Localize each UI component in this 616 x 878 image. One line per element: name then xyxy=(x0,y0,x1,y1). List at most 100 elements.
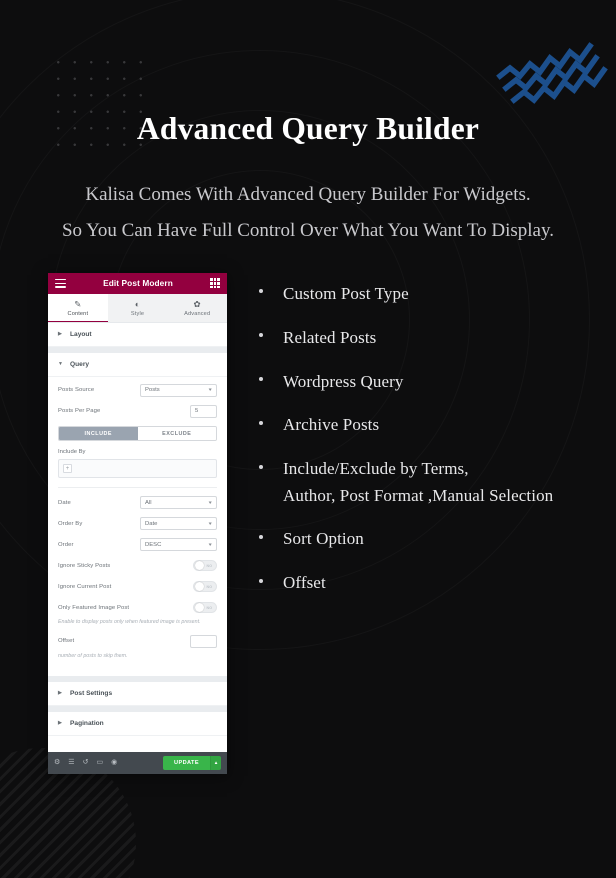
offset-help: number of posts to skip them. xyxy=(58,652,128,659)
order-by-label: Order By xyxy=(58,520,83,527)
update-options-caret-icon[interactable]: ▲ xyxy=(210,755,221,770)
chevron-right-icon: ▶ xyxy=(58,331,62,338)
section-layout[interactable]: ▶ Layout xyxy=(48,322,227,347)
section-pagination[interactable]: ▶ Pagination xyxy=(48,711,227,736)
ignore-current-post-toggle[interactable]: NO xyxy=(193,581,217,593)
order-label: Order xyxy=(58,541,74,548)
panel-tabs: ✎ Content ◐ Style ✿ Advanced xyxy=(48,293,228,323)
panel-spacer xyxy=(48,735,227,752)
panel-title: Edit Post Modern xyxy=(103,278,173,289)
chevron-down-icon: ▼ xyxy=(58,361,63,368)
tab-content[interactable]: ✎ Content xyxy=(48,293,108,322)
include-tab[interactable]: INCLUDE xyxy=(59,426,138,441)
field-offset: Offset xyxy=(58,634,217,648)
list-item: Custom Post Type xyxy=(259,281,616,307)
list-item-label: Include/Exclude by Terms, xyxy=(283,459,469,479)
responsive-mode-icon[interactable]: ▭ xyxy=(96,759,103,766)
posts-per-page-input[interactable]: 5 xyxy=(190,404,217,418)
panel-footer: ⚙ ☰ ↺ ▭ ◉ UPDATE ▲ xyxy=(48,751,227,774)
bullet-icon xyxy=(259,578,263,583)
order-by-value: Date xyxy=(145,520,158,527)
list-item: Sort Option xyxy=(259,526,616,552)
field-ignore-current-post: Ignore Current Post NO xyxy=(58,580,217,593)
section-layout-label: Layout xyxy=(70,330,92,338)
contrast-icon: ◐ xyxy=(134,298,141,309)
settings-gear-icon[interactable]: ⚙ xyxy=(54,759,60,766)
order-select[interactable]: DESC ▾ xyxy=(140,538,217,552)
section-query[interactable]: ▼ Query xyxy=(48,352,227,377)
toggle-knob xyxy=(194,561,204,571)
navigator-layers-icon[interactable]: ☰ xyxy=(68,759,74,766)
only-featured-image-post-toggle[interactable]: NO xyxy=(193,602,217,614)
only-featured-image-post-state: NO xyxy=(206,605,213,610)
section-post-settings[interactable]: ▶ Post Settings xyxy=(48,681,227,706)
ignore-current-post-label: Ignore Current Post xyxy=(58,583,112,590)
hero-subtitle: Kalisa Comes With Advanced Query Builder… xyxy=(0,177,616,249)
list-item-label: Archive Posts xyxy=(283,415,380,435)
order-by-select[interactable]: Date ▾ xyxy=(140,517,217,531)
only-featured-image-post-help: Enable to display posts only when featur… xyxy=(58,619,201,626)
list-item: Include/Exclude by Terms, Author, Post F… xyxy=(259,456,616,509)
list-item-label: Offset xyxy=(283,573,326,593)
update-button[interactable]: UPDATE xyxy=(163,755,210,770)
date-value: All xyxy=(145,499,152,506)
offset-label: Offset xyxy=(58,638,75,645)
hero-subtitle-line-1: Kalisa Comes With Advanced Query Builder… xyxy=(85,183,531,205)
only-featured-image-post-label: Only Featured Image Post xyxy=(58,604,130,611)
posts-per-page-label: Posts Per Page xyxy=(58,408,101,415)
ignore-sticky-posts-toggle[interactable]: NO xyxy=(193,560,217,572)
list-item-label-line-2: Author, Post Format ,Manual Selection xyxy=(283,485,554,505)
hero-subtitle-line-2: So You Can Have Full Control Over What Y… xyxy=(61,219,555,241)
field-divider xyxy=(58,487,217,489)
date-select[interactable]: All ▾ xyxy=(140,496,217,510)
posts-source-value: Posts xyxy=(145,387,160,394)
list-item: Wordpress Query xyxy=(259,369,616,395)
include-by-label: Include By xyxy=(58,449,86,456)
plus-icon[interactable]: + xyxy=(63,464,72,474)
list-item-label: Custom Post Type xyxy=(283,283,409,303)
date-label: Date xyxy=(58,499,71,506)
include-exclude-toggle-group: INCLUDE EXCLUDE xyxy=(58,425,217,442)
include-by-tag-input[interactable]: + xyxy=(58,459,217,479)
preview-eye-icon[interactable]: ◉ xyxy=(111,759,117,766)
exclude-tab[interactable]: EXCLUDE xyxy=(137,426,216,441)
posts-source-select[interactable]: Posts ▾ xyxy=(140,383,217,397)
hamburger-icon[interactable] xyxy=(55,278,66,288)
tab-advanced-label: Advanced xyxy=(184,310,211,317)
feature-list: Custom Post Type Related Posts Wordpress… xyxy=(227,273,616,614)
field-only-featured-image-post: Only Featured Image Post NO xyxy=(58,601,217,614)
tab-content-label: Content xyxy=(67,310,89,317)
chevron-right-icon: ▶ xyxy=(58,690,62,697)
list-item: Offset xyxy=(259,570,616,596)
order-value: DESC xyxy=(145,541,162,548)
ignore-sticky-posts-label: Ignore Sticky Posts xyxy=(58,562,111,569)
tab-advanced[interactable]: ✿ Advanced xyxy=(167,293,228,322)
field-date: Date All ▾ xyxy=(58,496,217,510)
field-ignore-sticky-posts: Ignore Sticky Posts NO xyxy=(58,559,217,572)
pencil-icon: ✎ xyxy=(74,298,82,309)
section-query-label: Query xyxy=(70,360,90,368)
chevron-down-icon: ▾ xyxy=(209,499,213,506)
chevron-down-icon: ▾ xyxy=(209,387,213,394)
list-item-label: Related Posts xyxy=(283,327,377,347)
field-posts-source: Posts Source Posts ▾ xyxy=(58,383,217,397)
list-item: Related Posts xyxy=(259,325,616,351)
toggle-knob xyxy=(194,582,204,592)
ignore-sticky-posts-state: NO xyxy=(206,563,213,568)
page-title: Advanced Query Builder xyxy=(136,111,480,146)
query-section-body: Posts Source Posts ▾ Posts Per Page 5 IN… xyxy=(48,376,227,676)
list-item-label: Sort Option xyxy=(283,529,364,549)
gear-icon: ✿ xyxy=(193,298,201,309)
bullet-icon xyxy=(259,333,263,338)
chevron-right-icon: ▶ xyxy=(58,720,62,727)
history-icon[interactable]: ↺ xyxy=(83,759,89,766)
chevron-down-icon: ▾ xyxy=(209,541,213,548)
bullet-icon xyxy=(259,289,263,294)
bullet-icon xyxy=(259,420,263,425)
offset-input[interactable] xyxy=(190,634,217,648)
tab-style[interactable]: ◐ Style xyxy=(107,293,168,322)
bullet-icon xyxy=(259,464,263,469)
grid-icon[interactable] xyxy=(209,278,220,289)
elementor-widget-panel: Edit Post Modern ✎ Content ◐ Style ✿ Adv… xyxy=(48,272,228,774)
list-item: Archive Posts xyxy=(259,412,616,438)
